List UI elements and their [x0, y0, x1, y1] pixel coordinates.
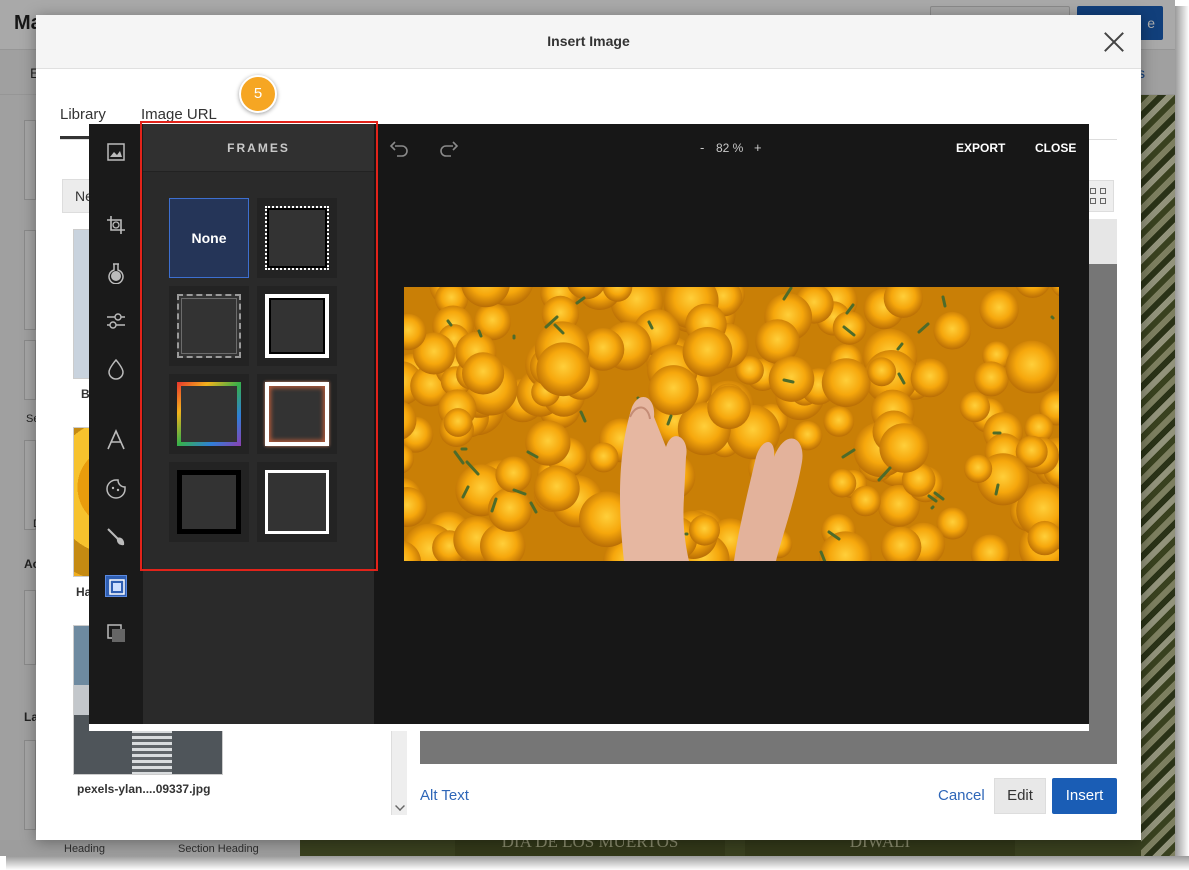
zoom-level: 82 %	[716, 141, 744, 155]
redo-icon[interactable]	[438, 138, 460, 160]
frame-white-medium-option[interactable]	[257, 462, 337, 542]
modal-header: Insert Image	[36, 15, 1141, 69]
zoom-in-button[interactable]: +	[754, 140, 762, 155]
chevron-down-icon[interactable]	[395, 801, 405, 811]
step-badge: 5	[239, 75, 277, 113]
drop-icon[interactable]	[105, 358, 127, 380]
export-button[interactable]: EXPORT	[956, 141, 1005, 155]
sticker-icon[interactable]	[105, 478, 127, 500]
tab-image-url[interactable]: Image URL	[141, 106, 217, 123]
page-shadow	[6, 856, 1189, 870]
editor-tool-rail	[89, 124, 143, 724]
marigold-image-canvas[interactable]	[404, 287, 1059, 561]
page-shadow	[1175, 6, 1189, 870]
close-icon[interactable]	[1101, 29, 1127, 55]
frame-rainbow-option[interactable]	[169, 374, 249, 454]
thumbnail-caption: pexels-ylan....09337.jpg	[77, 782, 211, 796]
tab-library[interactable]: Library	[60, 106, 106, 123]
edit-button[interactable]: Edit	[994, 778, 1046, 814]
editor-close-button[interactable]: CLOSE	[1035, 141, 1076, 155]
frame-none-option[interactable]: None	[169, 198, 249, 278]
text-icon[interactable]	[105, 429, 127, 451]
crop-icon[interactable]	[105, 214, 127, 236]
frame-dotted-option[interactable]	[257, 198, 337, 278]
frame-icon[interactable]	[105, 575, 127, 597]
undo-icon[interactable]	[388, 138, 410, 160]
frame-black-thick-option[interactable]	[169, 462, 249, 542]
zoom-out-button[interactable]: -	[700, 140, 704, 155]
cancel-button[interactable]: Cancel	[938, 787, 985, 804]
image-tool-icon[interactable]	[105, 141, 127, 163]
editor-bottom-bar	[89, 724, 1089, 731]
adjust-sliders-icon[interactable]	[105, 310, 127, 332]
frame-white-thick-option[interactable]	[257, 286, 337, 366]
overlay-icon[interactable]	[105, 622, 127, 644]
alt-text-link[interactable]: Alt Text	[420, 787, 469, 804]
frames-panel: FRAMES None	[143, 124, 374, 724]
frame-ornate-option[interactable]	[169, 286, 249, 366]
frame-white-glow-option[interactable]	[257, 374, 337, 454]
modal-title: Insert Image	[547, 33, 630, 49]
filter-flask-icon[interactable]	[105, 262, 127, 284]
image-editor: FRAMES None - 82 % + EXPORT CLOSE	[89, 124, 1089, 730]
frames-heading: FRAMES	[143, 124, 374, 172]
insert-button[interactable]: Insert	[1052, 778, 1117, 814]
brush-icon[interactable]	[105, 526, 127, 548]
screenshot-stage: Ma e E s Se D Ac La DIA DE LOS MUERTOS D…	[0, 0, 1189, 870]
